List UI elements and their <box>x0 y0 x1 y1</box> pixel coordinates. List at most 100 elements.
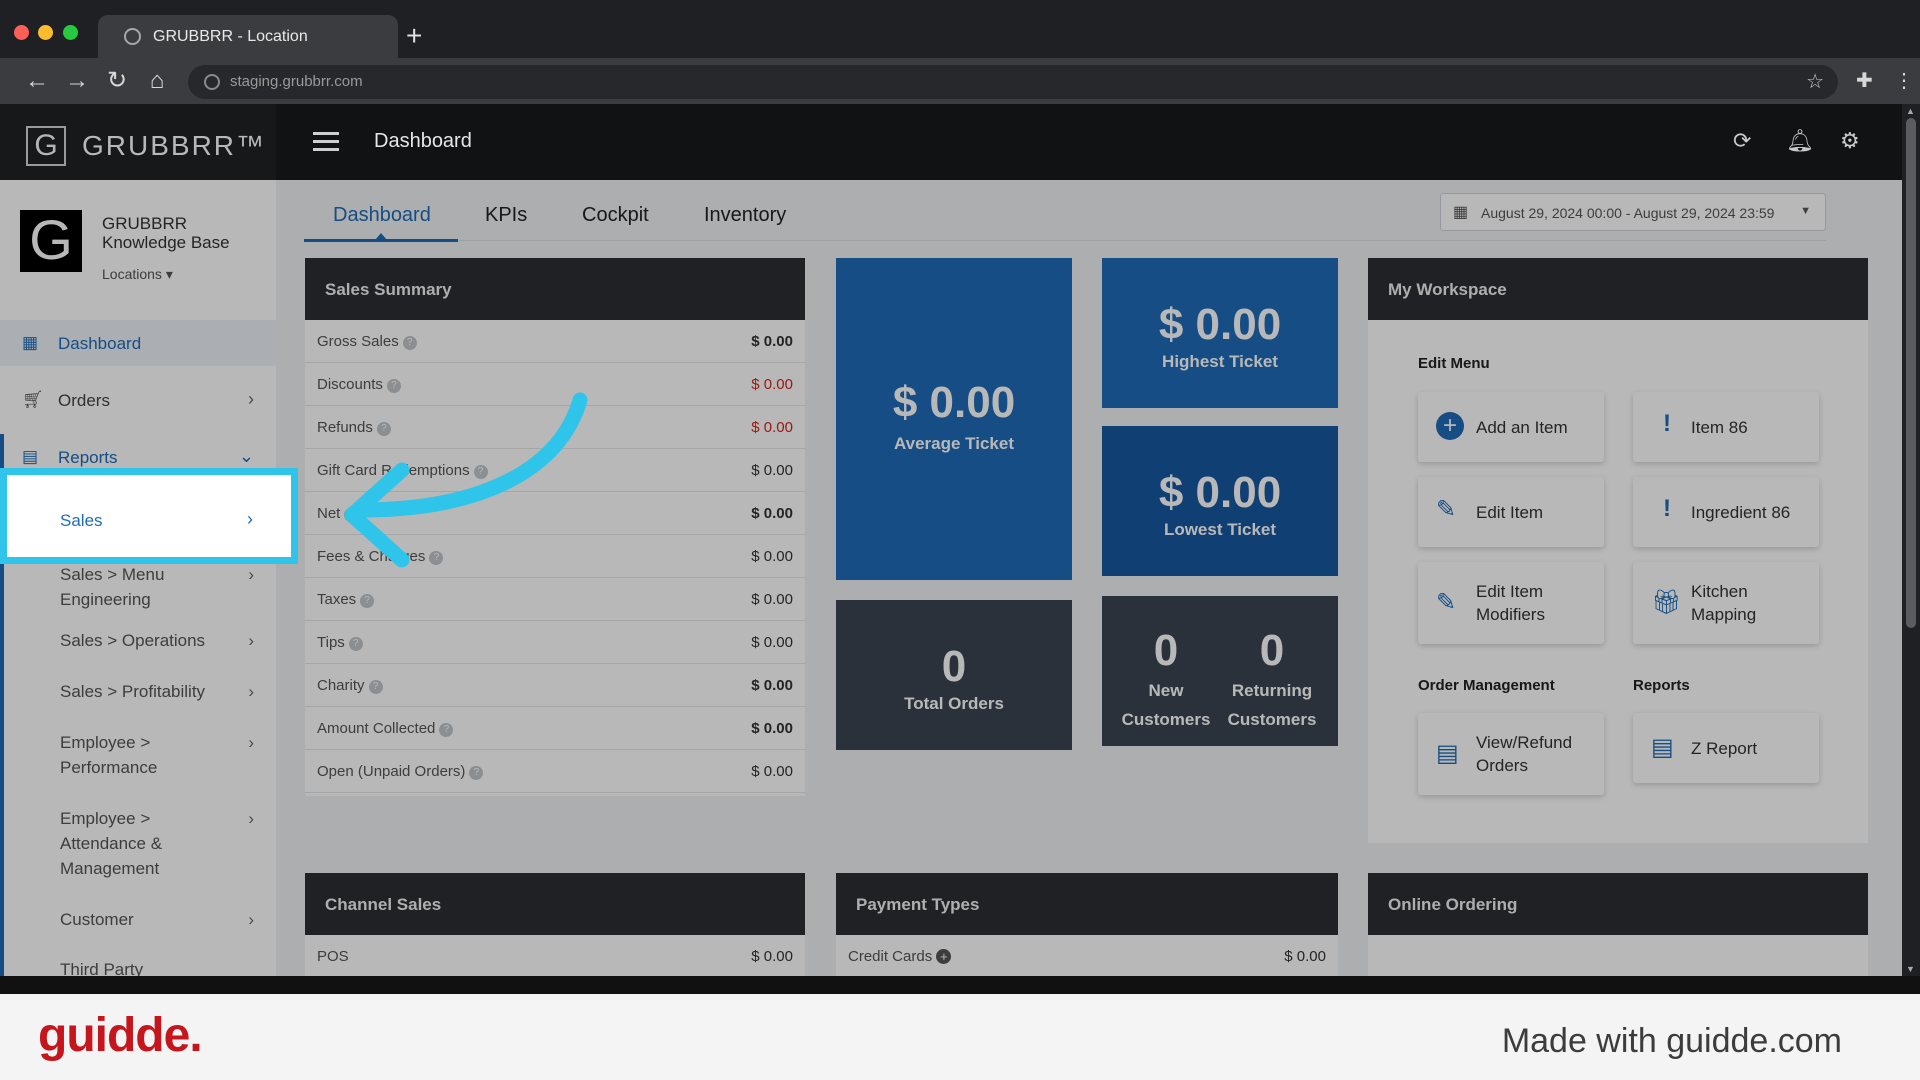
app-logo[interactable]: G GRUBBRR™ <box>0 104 276 180</box>
globe-icon <box>124 28 141 45</box>
edit-item-modifiers-button[interactable]: ✎ Edit Item Modifiers <box>1418 562 1604 644</box>
channel-value: $ 0.00 <box>751 948 793 965</box>
help-question-icon[interactable]: ? <box>344 508 359 522</box>
home-icon[interactable]: ⌂ <box>142 66 172 96</box>
forward-arrow-icon[interactable]: → <box>62 66 92 96</box>
help-question-icon[interactable]: ? <box>473 465 488 479</box>
tab-cockpit[interactable]: Cockpit <box>582 204 649 227</box>
chevron-right-icon: › <box>248 733 254 752</box>
edit-item-button[interactable]: ✎ Edit Item <box>1418 477 1604 547</box>
settings-gear-icon[interactable]: ⚙ <box>1840 128 1860 154</box>
summary-row-label: Discounts? <box>317 376 401 393</box>
sidebar-item-label: Orders <box>58 391 110 410</box>
scrollbar-thumb[interactable] <box>1906 118 1916 628</box>
bookmark-star-icon[interactable]: ☆ <box>1806 69 1824 94</box>
tile-value: 0 <box>1153 626 1179 675</box>
sidebar: G GRUBBRR Knowledge Base Locations ▾ ▦ D… <box>0 180 276 976</box>
summary-row-label: Amount Collected? <box>317 720 454 737</box>
page-scrollbar[interactable]: ▲ ▼ <box>1902 104 1920 976</box>
expand-plus-icon[interactable]: + <box>936 949 952 964</box>
summary-row-label: Fees & Charges? <box>317 548 444 565</box>
kitchen-mapping-button[interactable]: 🎁︎ Kitchen Mapping <box>1633 562 1819 644</box>
button-label: Kitchen Mapping <box>1691 582 1757 624</box>
summary-row-value: $ 0.00 <box>751 462 793 479</box>
sub-item-label: Sales > Profitability <box>60 682 206 701</box>
tab-kpis[interactable]: KPIs <box>485 204 527 227</box>
help-question-icon[interactable]: ? <box>469 766 484 780</box>
bell-icon[interactable]: 🔔︎ <box>1786 128 1814 154</box>
site-info-icon[interactable] <box>204 74 220 90</box>
help-question-icon[interactable]: ? <box>429 551 444 565</box>
back-arrow-icon[interactable]: ← <box>22 66 52 96</box>
customers-tile[interactable]: 0 New Customers 0 Returning Customers <box>1102 596 1338 746</box>
browser-menu-icon[interactable]: ⋮ <box>1894 68 1914 93</box>
panel-title: Sales Summary <box>305 258 805 320</box>
sub-item-label: Sales <box>60 511 103 530</box>
summary-label-text: Taxes <box>317 591 357 608</box>
close-window-button[interactable] <box>14 25 29 40</box>
help-question-icon[interactable]: ? <box>376 422 391 436</box>
sidebar-item-dashboard[interactable]: ▦ Dashboard <box>0 320 276 366</box>
tile-label: New Customers <box>1121 681 1211 729</box>
new-tab-button[interactable]: + <box>406 22 422 50</box>
browser-toolbar: ← → ↻ ⌂ staging.grubbrr.com ☆ ✚ ⋮ <box>0 58 1920 104</box>
org-name: GRUBBRR Knowledge Base <box>102 214 230 252</box>
button-label: Ingredient 86 <box>1691 503 1791 522</box>
help-question-icon[interactable]: ? <box>348 637 363 651</box>
panel-title: Channel Sales <box>305 873 805 935</box>
panel-title: Payment Types <box>836 873 1338 935</box>
locations-dropdown[interactable]: Locations ▾ <box>102 266 173 283</box>
browser-tab-title: GRUBBRR - Location <box>153 28 308 45</box>
sidebar-item-label: Reports <box>58 448 118 467</box>
summary-row-value: $ 0.00 <box>751 419 793 436</box>
chevron-right-icon: › <box>248 389 254 409</box>
help-question-icon[interactable]: ? <box>360 594 375 608</box>
tile-label: Highest Ticket <box>1162 352 1278 371</box>
lowest-ticket-tile[interactable]: $ 0.00 Lowest Ticket <box>1102 426 1338 576</box>
payment-row: Credit Cards + $ 0.00 <box>836 935 1338 978</box>
help-question-icon[interactable]: ? <box>386 379 401 393</box>
refresh-icon[interactable]: ⟳ <box>1733 128 1751 154</box>
browser-tab[interactable]: GRUBBRR - Location <box>98 15 398 58</box>
scroll-up-arrow-icon[interactable]: ▲ <box>1906 106 1915 116</box>
summary-label-text: Fees & Charges <box>317 548 426 565</box>
document-icon: ▤ <box>1436 740 1459 767</box>
logo-mark: G <box>26 126 66 166</box>
ingredient-86-button[interactable]: ! Ingredient 86 <box>1633 477 1819 547</box>
date-range-picker[interactable]: ▦ August 29, 2024 00:00 - August 29, 202… <box>1440 193 1826 231</box>
summary-row-value: $ 0.00 <box>751 634 793 651</box>
logo-text: GRUBBRR™ <box>82 130 267 161</box>
total-orders-tile[interactable]: 0 Total Orders <box>836 600 1072 750</box>
maximize-window-button[interactable] <box>63 25 78 40</box>
highest-ticket-tile[interactable]: $ 0.00 Highest Ticket <box>1102 258 1338 408</box>
z-report-button[interactable]: ▤ Z Report <box>1633 713 1819 783</box>
item-86-button[interactable]: ! Item 86 <box>1633 392 1819 462</box>
channel-sales-panel: Channel Sales POS $ 0.00 <box>305 873 805 976</box>
tab-dashboard[interactable]: Dashboard <box>333 204 431 227</box>
summary-row-value: $ 0.00 <box>751 548 793 565</box>
payment-types-panel: Payment Types Credit Cards + $ 0.00 <box>836 873 1338 976</box>
summary-label-text: Tips <box>317 634 345 651</box>
help-question-icon[interactable]: ? <box>439 723 454 737</box>
sidebar-sub-item-sales[interactable]: Sales › <box>0 468 298 564</box>
average-ticket-tile[interactable]: $ 0.00 Average Ticket <box>836 258 1072 580</box>
guidde-footer: guidde. Made with guidde.com <box>0 994 1920 1080</box>
help-question-icon[interactable]: ? <box>368 680 383 694</box>
address-bar[interactable]: staging.grubbrr.com ☆ <box>188 65 1838 99</box>
tab-inventory[interactable]: Inventory <box>704 204 786 227</box>
sidebar-item-orders[interactable]: 🛒︎ Orders › <box>0 377 276 423</box>
reload-icon[interactable]: ↻ <box>102 66 132 96</box>
scroll-down-arrow-icon[interactable]: ▼ <box>1906 964 1915 974</box>
add-item-button[interactable]: + Add an Item <box>1418 392 1604 462</box>
minimize-window-button[interactable] <box>38 25 53 40</box>
view-refund-orders-button[interactable]: ▤ View/Refund Orders <box>1418 713 1604 795</box>
summary-row-value: $ 0.00 <box>751 677 793 694</box>
extensions-puzzle-icon[interactable]: ✚ <box>1856 68 1873 93</box>
hamburger-menu-icon[interactable] <box>313 132 339 152</box>
summary-row-label: Gross Sales? <box>317 333 417 350</box>
footer-separator <box>0 976 1920 994</box>
button-label: Z Report <box>1691 739 1758 758</box>
help-question-icon[interactable]: ? <box>402 336 417 350</box>
summary-row: Tips? $ 0.00 <box>305 621 805 664</box>
new-customers-stat: 0 New Customers <box>1116 626 1216 734</box>
